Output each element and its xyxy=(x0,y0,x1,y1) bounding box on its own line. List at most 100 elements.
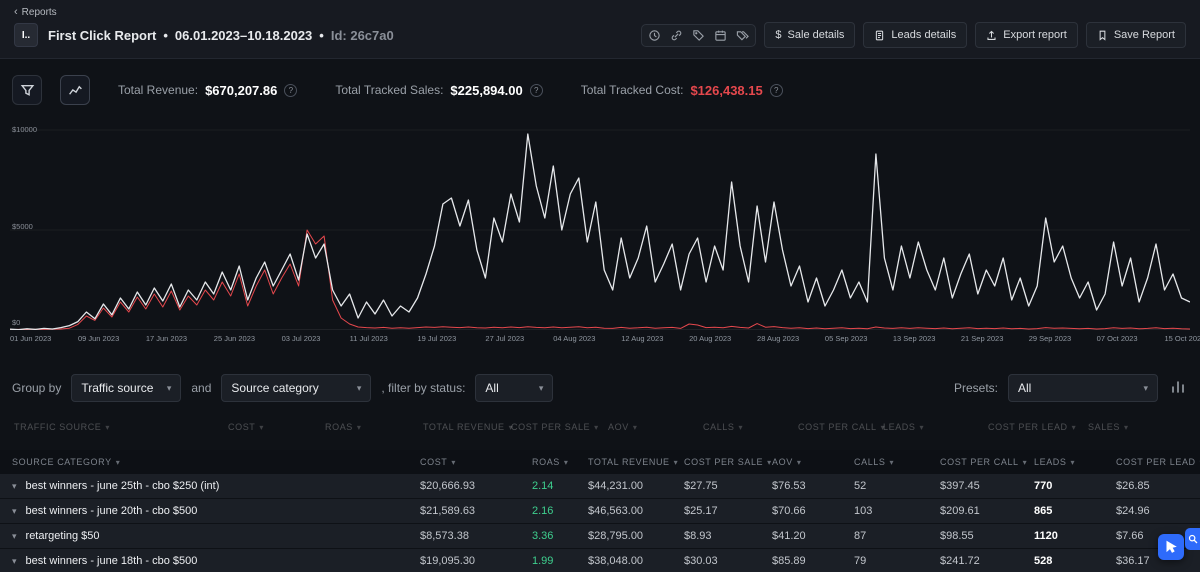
column-header[interactable]: Cost per call▾ xyxy=(928,450,1022,474)
chevron-down-icon: ▾ xyxy=(1143,383,1148,394)
sort-chevron-icon: ▾ xyxy=(633,423,638,432)
table-row[interactable]: ▾retargeting $50$8,573.383.36$28,795.00$… xyxy=(0,524,1200,549)
help-icon[interactable]: ? xyxy=(530,84,543,97)
tag-icon[interactable] xyxy=(692,29,705,42)
ghost-column-header[interactable]: Cost per call▾ xyxy=(798,418,883,436)
x-axis-tick: 03 Jul 2023 xyxy=(282,334,321,343)
help-icon[interactable]: ? xyxy=(284,84,297,97)
tags-icon[interactable] xyxy=(736,29,749,42)
x-axis-tick: 21 Sep 2023 xyxy=(961,334,1004,343)
pointer-tool-button[interactable] xyxy=(1158,534,1184,560)
help-icon[interactable]: ? xyxy=(770,84,783,97)
subgroup-select[interactable]: Source category ▾ xyxy=(221,374,371,402)
chevron-down-icon: ▾ xyxy=(167,383,172,394)
row-expand-chevron[interactable]: ▾ xyxy=(12,481,17,492)
x-axis-tick: 15 Oct 2023 xyxy=(1165,334,1200,343)
ghost-column-header[interactable]: Cost per sale▾ xyxy=(511,418,608,436)
report-id: Id: 26c7a0 xyxy=(331,28,394,43)
column-header[interactable]: Leads▾ xyxy=(1022,450,1104,474)
stat-item: Total Revenue:$670,207.86? xyxy=(118,83,297,98)
magnifier-icon xyxy=(1188,534,1198,544)
x-axis-tick: 12 Aug 2023 xyxy=(621,334,663,343)
sort-chevron-icon: ▾ xyxy=(116,458,121,467)
save xyxy=(1097,30,1108,41)
page-title: First Click Report • 06.01.2023–10.18.20… xyxy=(48,28,394,43)
filter-button[interactable] xyxy=(12,75,42,105)
back-link[interactable]: ‹ Reports xyxy=(14,6,1186,18)
column-header[interactable]: Cost per lead▾ xyxy=(1104,450,1200,474)
row-expand-chevron[interactable]: ▾ xyxy=(12,556,17,567)
chevron-left-icon: ‹ xyxy=(14,6,18,18)
chevron-down-icon: ▾ xyxy=(539,383,544,394)
presets-select[interactable]: All ▾ xyxy=(1008,374,1158,402)
ghost-column-header[interactable]: Traffic source▾ xyxy=(14,418,228,436)
ghost-column-header[interactable]: Cost per lead▾ xyxy=(988,418,1088,436)
table-row[interactable]: ▾best winners - june 20th - cbo $500$21,… xyxy=(0,499,1200,524)
ghost-column-header[interactable]: Sales▾ xyxy=(1088,418,1200,436)
export-report-button[interactable]: Export report xyxy=(975,22,1078,48)
data-table: Source category▾Cost▾ROAS▾Total revenue▾… xyxy=(0,450,1200,572)
filters-row: Group by Traffic source ▾ and Source cat… xyxy=(0,348,1200,416)
x-axis-tick: 29 Sep 2023 xyxy=(1029,334,1072,343)
x-axis-tick: 11 Jul 2023 xyxy=(350,334,388,343)
link-icon xyxy=(670,29,683,42)
column-header[interactable]: Source category▾ xyxy=(0,450,408,474)
columns-settings-button[interactable] xyxy=(1168,377,1188,400)
sort-chevron-icon: ▾ xyxy=(739,423,744,432)
status-select[interactable]: All ▾ xyxy=(475,374,553,402)
dollar-icon: $ xyxy=(775,29,781,41)
presets-label: Presets: xyxy=(954,381,998,395)
column-header[interactable]: Calls▾ xyxy=(842,450,928,474)
sort-chevron-icon: ▾ xyxy=(259,423,264,432)
table-row[interactable]: ▾best winners - june 25th - cbo $250 (in… xyxy=(0,474,1200,499)
table-row[interactable]: ▾best winners - june 18th - cbo $500$19,… xyxy=(0,549,1200,572)
stat-item: Total Tracked Cost:$126,438.15? xyxy=(581,83,783,98)
x-axis-tick: 25 Jun 2023 xyxy=(214,334,255,343)
zoom-tab-button[interactable] xyxy=(1185,528,1200,550)
leads-details-button[interactable]: Leads details xyxy=(863,22,967,48)
table-header: Source category▾Cost▾ROAS▾Total revenue▾… xyxy=(0,450,1200,474)
save-report-button[interactable]: Save Report xyxy=(1086,22,1186,48)
x-axis-tick: 04 Aug 2023 xyxy=(553,334,595,343)
calendar-icon[interactable] xyxy=(714,29,727,42)
columns-icon xyxy=(1170,379,1186,395)
app-logo: I.. xyxy=(14,23,38,47)
link-icon[interactable] xyxy=(670,29,683,42)
row-expand-chevron[interactable]: ▾ xyxy=(12,531,17,542)
ghost-column-header[interactable]: Cost▾ xyxy=(228,418,325,436)
ghost-column-header[interactable]: Total revenue▾ xyxy=(423,418,511,436)
history-icon xyxy=(648,29,661,42)
sort-chevron-icon: ▾ xyxy=(594,423,599,432)
ghost-column-header[interactable]: AOV▾ xyxy=(608,418,703,436)
calendar-icon xyxy=(714,29,727,42)
chart-view-button[interactable] xyxy=(60,75,90,105)
group-by-label: Group by xyxy=(12,381,61,395)
revenue-cost-chart[interactable]: $10000 $5000 $0 xyxy=(10,125,1190,330)
sort-chevron-icon: ▾ xyxy=(767,458,772,467)
column-header[interactable]: Cost▾ xyxy=(408,450,520,474)
group-by-select[interactable]: Traffic source ▾ xyxy=(71,374,181,402)
sort-chevron-icon: ▾ xyxy=(564,458,569,467)
report-icon-group xyxy=(641,24,756,47)
history-icon[interactable] xyxy=(648,29,661,42)
ghost-column-header[interactable]: Calls▾ xyxy=(703,418,798,436)
sale-details-button[interactable]: $Sale details xyxy=(764,22,855,48)
column-header[interactable]: Cost per sale▾ xyxy=(672,450,760,474)
column-header[interactable]: ROAS▾ xyxy=(520,450,576,474)
column-header[interactable]: AOV▾ xyxy=(760,450,842,474)
sort-chevron-icon: ▾ xyxy=(357,423,362,432)
back-link-label: Reports xyxy=(22,7,57,18)
y-axis-tick: $0 xyxy=(12,318,20,327)
export xyxy=(986,30,997,41)
x-axis-tick: 20 Aug 2023 xyxy=(689,334,731,343)
ghost-column-header[interactable]: Leads▾ xyxy=(883,418,988,436)
column-header[interactable]: Total revenue▾ xyxy=(576,450,672,474)
x-axis-tick: 17 Jun 2023 xyxy=(146,334,187,343)
pointer-icon xyxy=(1164,540,1178,554)
tag-icon xyxy=(692,29,705,42)
sort-chevron-icon: ▾ xyxy=(451,458,456,467)
x-axis-tick: 27 Jul 2023 xyxy=(485,334,524,343)
and-label: and xyxy=(191,381,211,395)
ghost-column-header[interactable]: ROAS▾ xyxy=(325,418,423,436)
row-expand-chevron[interactable]: ▾ xyxy=(12,506,17,517)
